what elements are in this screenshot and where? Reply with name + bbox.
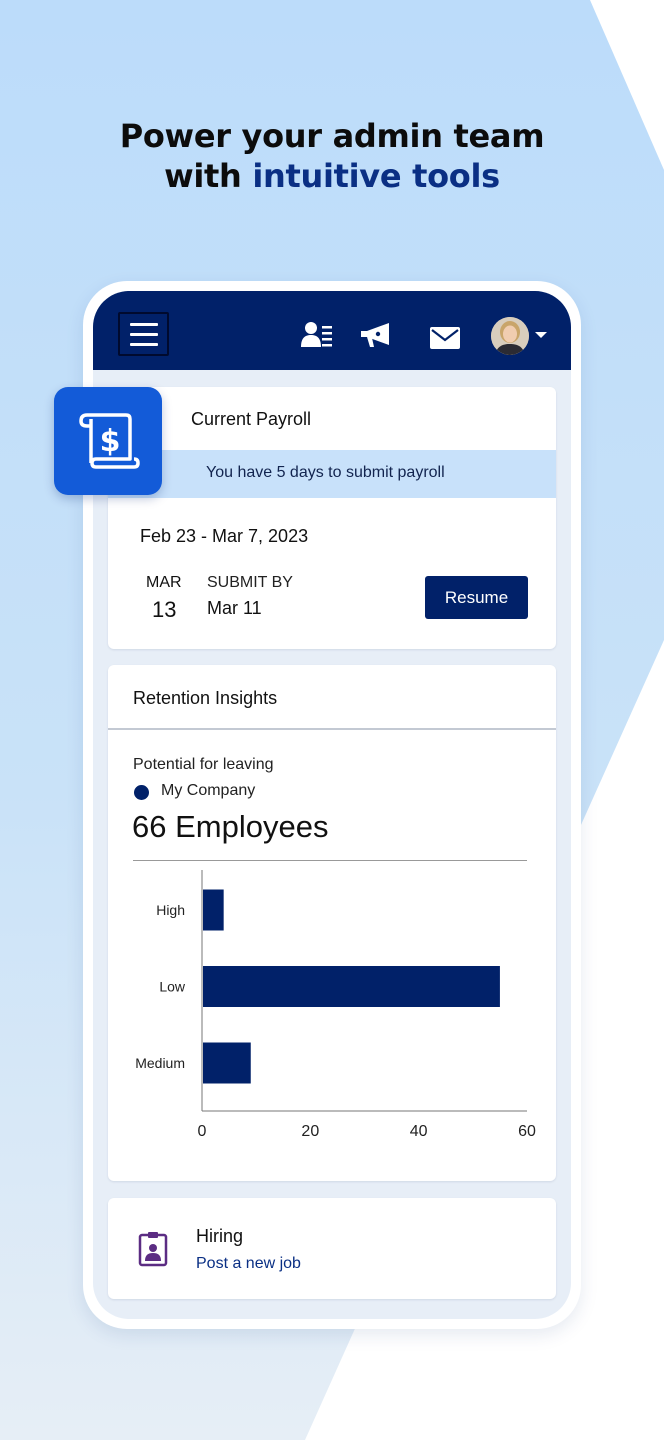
x-tick-label: 20 [301, 1123, 319, 1140]
divider [133, 860, 527, 861]
legend-label: My Company [161, 782, 256, 799]
app-bar [93, 291, 571, 370]
menu-button[interactable] [118, 312, 169, 356]
payroll-banner: You have 5 days to submit payroll [108, 450, 556, 498]
payroll-title: Current Payroll [191, 409, 312, 429]
x-tick-label: 0 [198, 1123, 207, 1140]
category-label: High [156, 902, 185, 918]
headline: Power your admin team with intuitive too… [0, 116, 664, 196]
submit-by-label: SUBMIT BY [207, 574, 293, 591]
avatar[interactable] [491, 317, 529, 355]
legend-dot [134, 785, 149, 800]
category-label: Medium [135, 1055, 185, 1071]
pay-date-day: 13 [152, 597, 177, 622]
divider [108, 728, 556, 730]
retention-insights-card: Retention Insights Potential for leaving… [108, 665, 556, 1181]
avatar-image [491, 317, 529, 355]
payroll-banner-text: You have 5 days to submit payroll [206, 464, 445, 481]
menu-icon-bar [129, 322, 158, 326]
menu-icon-bar [129, 332, 158, 336]
pay-period-range: Feb 23 - Mar 7, 2023 [140, 526, 309, 546]
menu-icon-bar [129, 342, 158, 346]
retention-bar-chart: High Low Medium 0 20 40 60 [135, 870, 536, 1140]
potential-label: Potential for leaving [133, 756, 274, 773]
mail-icon[interactable] [430, 324, 460, 352]
payroll-feature-badge: $ [54, 387, 162, 495]
bar [203, 889, 224, 931]
post-job-link[interactable]: Post a new job [196, 1255, 301, 1273]
headline-accent: intuitive tools [252, 157, 500, 195]
payroll-scroll-dollar-icon: $ [79, 413, 140, 469]
headline-line2-prefix: with [164, 157, 242, 195]
resume-button[interactable]: Resume [425, 576, 528, 619]
bar [203, 1042, 251, 1084]
hiring-title: Hiring [196, 1226, 244, 1246]
employee-count: 66 Employees [132, 809, 329, 844]
megaphone-icon[interactable] [359, 321, 391, 349]
chevron-down-icon[interactable] [535, 332, 547, 338]
x-tick-label: 40 [410, 1123, 428, 1140]
bar [203, 966, 500, 1007]
svg-text:$: $ [100, 424, 121, 459]
submit-by-date: Mar 11 [207, 598, 262, 618]
category-label: Low [159, 979, 186, 995]
retention-title: Retention Insights [133, 688, 278, 708]
directory-icon[interactable] [301, 321, 333, 349]
phone-screen: Current Payroll You have 5 days to submi… [93, 291, 571, 1319]
hiring-card[interactable]: Hiring Post a new job [108, 1198, 556, 1299]
id-badge-icon [138, 1232, 168, 1267]
x-tick-label: 60 [518, 1123, 536, 1140]
headline-line1: Power your admin team [119, 117, 545, 155]
payroll-card: Current Payroll You have 5 days to submi… [108, 387, 556, 649]
pay-date-month: MAR [146, 574, 182, 591]
headline-line2: with intuitive tools [0, 156, 664, 196]
